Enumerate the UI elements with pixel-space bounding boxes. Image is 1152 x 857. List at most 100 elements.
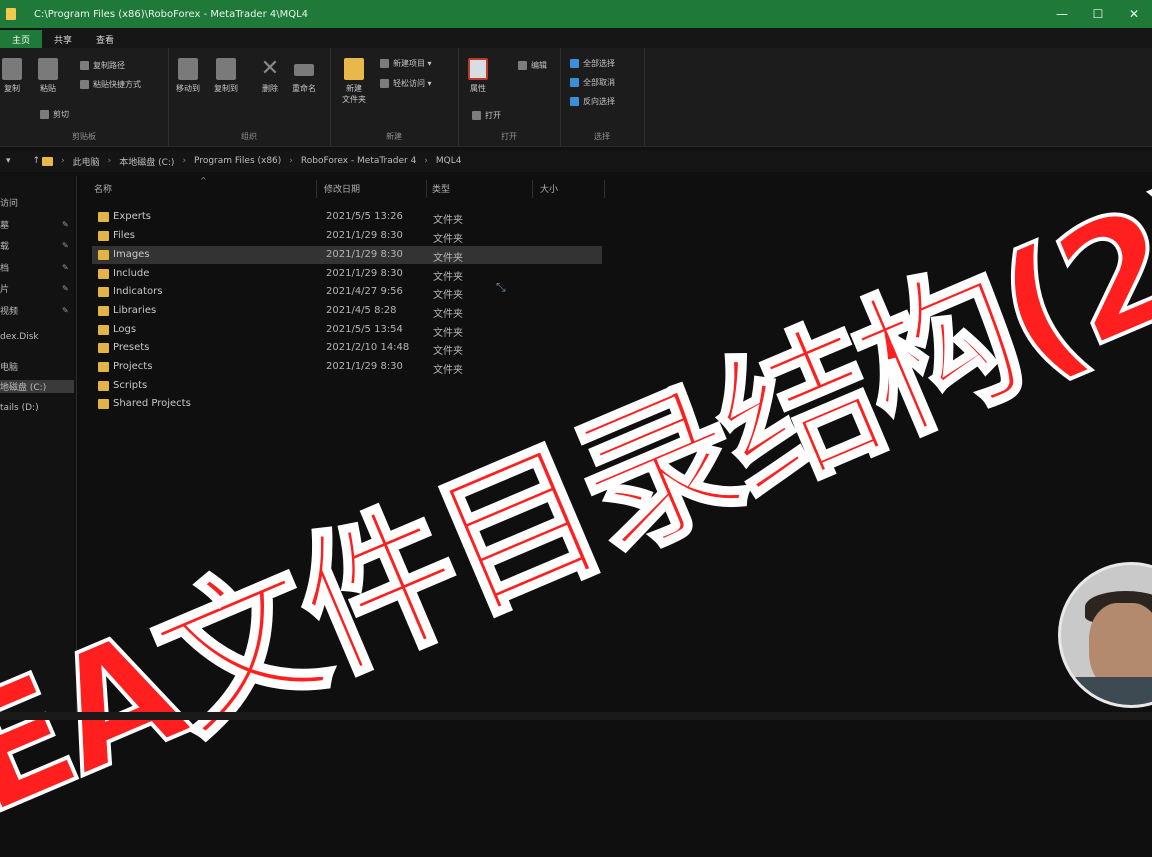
folder-icon [98, 362, 109, 372]
move-to-label: 移动到 [176, 84, 200, 93]
paste-shortcut-button[interactable]: 粘贴快捷方式 [80, 79, 141, 90]
column-divider[interactable] [316, 180, 317, 198]
file-row-libraries[interactable]: Libraries 2021/4/5 8:28 文件夹 [92, 302, 602, 320]
nav-item-5[interactable]: 视频 [0, 304, 18, 317]
nav-item-3[interactable]: 档 [0, 261, 9, 274]
cut-button[interactable]: 剪切 [40, 109, 69, 120]
file-row-images[interactable]: Images 2021/1/29 8:30 文件夹 [92, 246, 602, 264]
new-group-label: 新建 [386, 132, 402, 141]
window-controls: — ☐ ✕ [1044, 0, 1152, 28]
nav-item-yandex-disk[interactable]: dex.Disk [0, 332, 39, 342]
file-row-indicators[interactable]: Indicators 2021/4/27 9:56 文件夹 [92, 283, 602, 301]
properties-icon [468, 58, 488, 80]
organize-group: 移动到 复制到 ✕ 删除 重命名 组织 [168, 48, 331, 146]
file-date: 2021/2/10 14:48 [326, 342, 410, 353]
properties-button[interactable]: 属性 [468, 58, 488, 94]
move-to-icon [178, 58, 198, 80]
close-button[interactable]: ✕ [1116, 0, 1152, 28]
chevron-right-icon: › [61, 156, 65, 166]
column-divider[interactable] [426, 180, 427, 198]
tab-home[interactable]: 主页 [0, 30, 43, 48]
file-name: Files [113, 230, 135, 241]
copy-label: 复制 [4, 84, 20, 93]
breadcrumb-program-files[interactable]: Program Files (x86) [194, 156, 281, 166]
paste-button[interactable]: 粘贴 [38, 58, 58, 94]
title-bar: C:\Program Files (x86)\RoboForex - MetaT… [0, 0, 1152, 28]
easy-access-label: 轻松访问 [393, 79, 425, 88]
copy-to-icon [216, 58, 236, 80]
column-divider[interactable] [604, 180, 605, 198]
edit-button[interactable]: 编辑 [518, 60, 547, 71]
nav-item-local-disk-c[interactable]: 地磁盘 (C:) [0, 380, 74, 393]
organize-group-label: 组织 [241, 132, 257, 141]
file-date: 2021/4/5 8:28 [326, 305, 397, 316]
file-name: Experts [113, 211, 151, 222]
column-divider[interactable] [532, 180, 533, 198]
status-strip [0, 712, 1152, 720]
new-item-label: 新建项目 [393, 59, 425, 68]
column-header-size[interactable]: 大小 [540, 182, 558, 195]
easy-access-button[interactable]: 轻松访问 ▾ [380, 78, 432, 89]
file-row-presets[interactable]: Presets 2021/2/10 14:48 文件夹 [92, 339, 602, 357]
open-button[interactable]: 打开 [472, 110, 501, 121]
select-none-button[interactable]: 全部取消 [570, 77, 615, 88]
invert-selection-button[interactable]: 反向选择 [570, 96, 615, 107]
copy-to-button[interactable]: 复制到 [214, 58, 238, 94]
file-name: Images [113, 249, 150, 260]
copy-path-button[interactable]: 复制路径 [80, 60, 125, 71]
minimize-button[interactable]: — [1044, 0, 1080, 28]
chevron-right-icon: › [107, 156, 112, 166]
chevron-down-icon[interactable]: ▾ [6, 156, 11, 166]
delete-label: 删除 [262, 84, 278, 93]
move-to-button[interactable]: 移动到 [176, 58, 200, 94]
select-all-button[interactable]: 全部选择 [570, 58, 615, 69]
file-type: 文件夹 [433, 253, 463, 264]
file-type: 文件夹 [433, 272, 463, 283]
folder-icon [6, 8, 16, 20]
up-arrow-icon[interactable]: ↑ [32, 156, 40, 166]
breadcrumb-roboforex[interactable]: RoboForex - MetaTrader 4 [301, 156, 416, 166]
paste-icon [38, 58, 58, 80]
tab-share[interactable]: 共享 [42, 30, 84, 48]
copy-button[interactable]: 复制 [2, 58, 22, 94]
new-item-icon [380, 59, 389, 68]
file-date: 2021/5/5 13:54 [326, 324, 403, 335]
folder-icon [98, 343, 109, 353]
new-item-button[interactable]: 新建项目 ▾ [380, 58, 432, 69]
invert-selection-label: 反向选择 [583, 97, 615, 106]
column-header-date[interactable]: 修改日期 [324, 182, 360, 195]
breadcrumb-this-pc[interactable]: 此电脑 [73, 155, 100, 168]
file-date: 2021/1/29 8:30 [326, 230, 403, 241]
nav-item-disk-d[interactable]: tails (D:) [0, 403, 39, 413]
maximize-button[interactable]: ☐ [1080, 0, 1116, 28]
address-bar[interactable]: ▾ ↑ › 此电脑 › 本地磁盘 (C:) › Program Files (x… [0, 150, 1152, 172]
select-group-label: 选择 [594, 132, 610, 141]
column-header-name[interactable]: 名称 [94, 182, 112, 195]
breadcrumb-local-disk[interactable]: 本地磁盘 (C:) [119, 155, 174, 168]
open-icon [472, 111, 481, 120]
nav-item-4[interactable]: 片 [0, 282, 9, 295]
file-name: Include [113, 268, 150, 279]
pin-icon: ✎ [62, 284, 69, 293]
ribbon: 复制 粘贴 复制路径 粘贴快捷方式 剪切 剪贴板 移动到 复制到 ✕ 删除 重命… [0, 48, 1152, 147]
file-row-files[interactable]: Files 2021/1/29 8:30 文件夹 [92, 227, 602, 245]
delete-button[interactable]: ✕ 删除 [260, 58, 280, 94]
file-name: Projects [113, 361, 153, 372]
file-row-experts[interactable]: Experts 2021/5/5 13:26 文件夹 [92, 208, 602, 226]
file-row-projects[interactable]: Projects 2021/1/29 8:30 文件夹 [92, 358, 602, 376]
breadcrumb-mql4[interactable]: MQL4 [436, 156, 462, 166]
nav-item-2[interactable]: 载 [0, 239, 9, 252]
nav-item-this-pc[interactable]: 电脑 [0, 360, 18, 373]
file-row-include[interactable]: Include 2021/1/29 8:30 文件夹 [92, 265, 602, 283]
new-folder-button[interactable]: 新建 文件夹 [342, 58, 366, 105]
tab-view[interactable]: 查看 [84, 30, 126, 48]
nav-item-quick-access[interactable]: 访问 [0, 196, 18, 209]
nav-item-1[interactable]: 墓 [0, 218, 9, 231]
folder-icon [98, 269, 109, 279]
rename-button[interactable]: 重命名 [292, 58, 316, 94]
file-row-logs[interactable]: Logs 2021/5/5 13:54 文件夹 [92, 321, 602, 339]
file-type: 文件夹 [433, 290, 463, 301]
edit-label: 编辑 [531, 61, 547, 70]
column-header-type[interactable]: 类型 [432, 182, 450, 195]
paste-label: 粘贴 [40, 84, 56, 93]
